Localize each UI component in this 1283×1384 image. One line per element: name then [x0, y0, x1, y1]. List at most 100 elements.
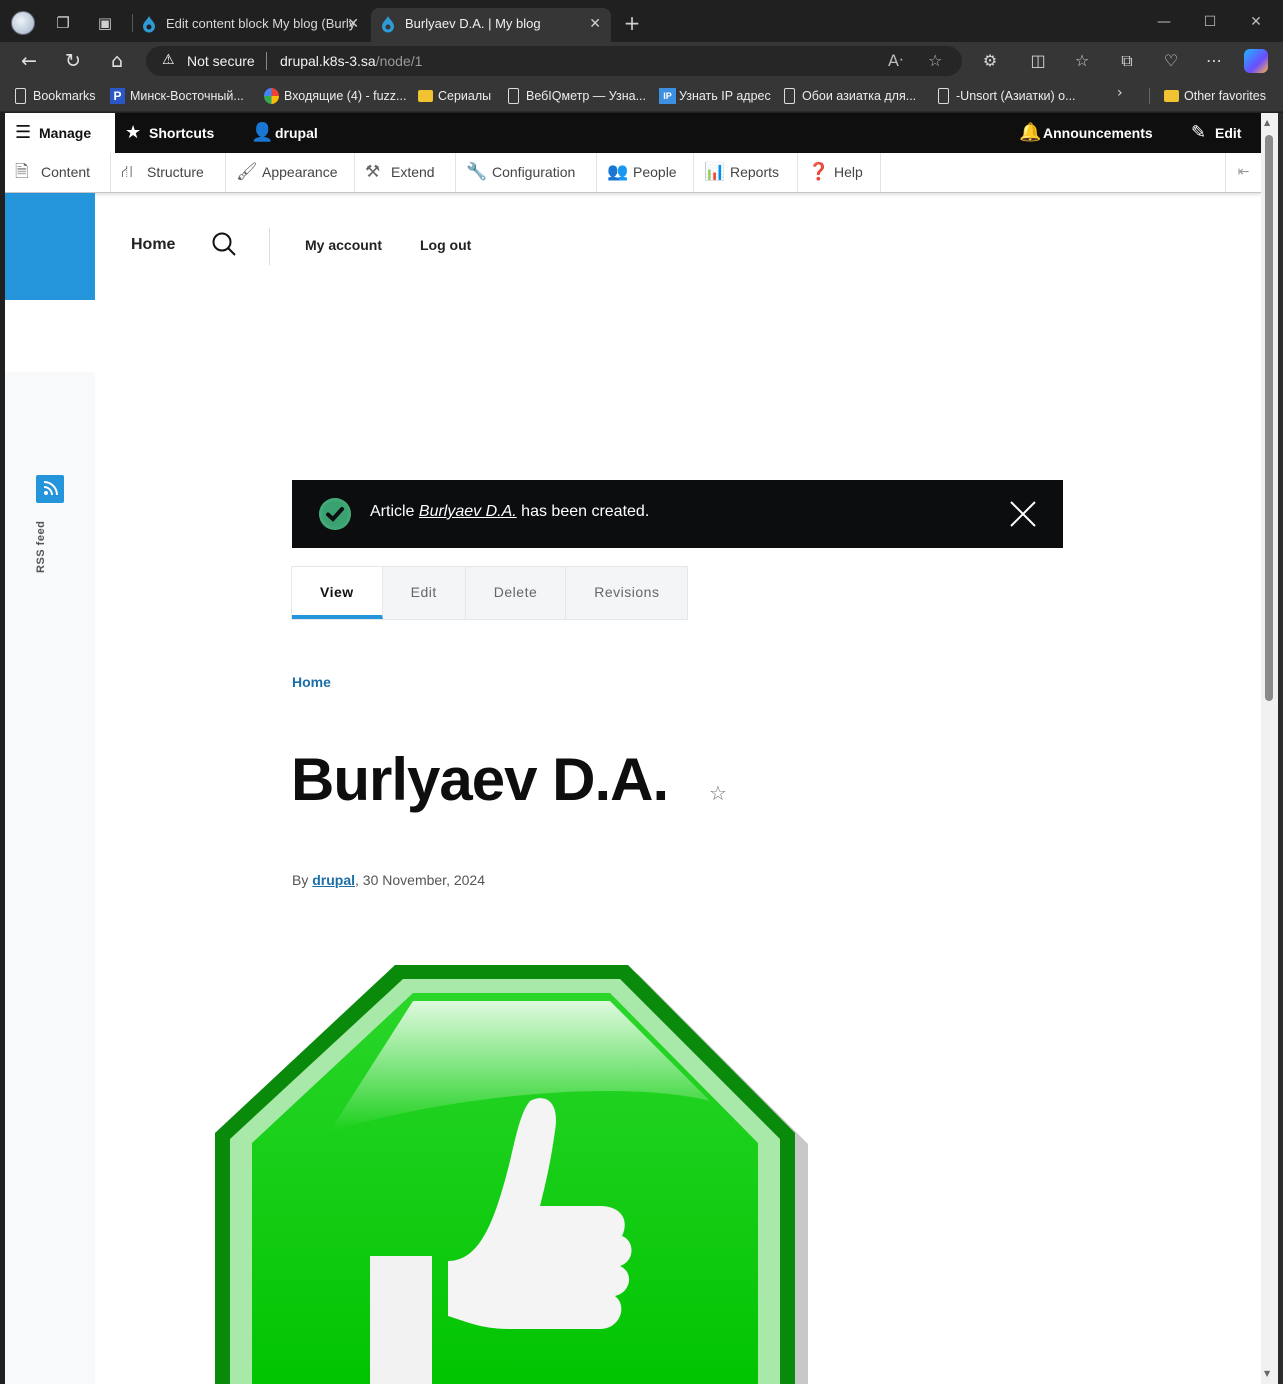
- bookmarks-separator: [1149, 88, 1150, 104]
- minimize-icon[interactable]: —: [1151, 10, 1177, 34]
- browser-essentials-icon[interactable]: ♡: [1159, 51, 1183, 73]
- url-text[interactable]: drupal.k8s-3.sa/node/1: [280, 53, 422, 69]
- nav-divider: [269, 228, 270, 265]
- nav-my-account-link[interactable]: My account: [305, 237, 382, 253]
- check-circle-icon: [319, 498, 351, 530]
- breadcrumb-home[interactable]: Home: [292, 674, 331, 690]
- nav-log-out-link[interactable]: Log out: [420, 237, 471, 253]
- tray-item-extend[interactable]: ⚒ Extend: [355, 153, 456, 192]
- tray-item-content[interactable]: 🗎 Content: [5, 153, 111, 192]
- bookmark-item[interactable]: IP Узнать IP адрес: [659, 87, 771, 105]
- tab-close-icon[interactable]: ✕: [347, 8, 359, 40]
- tab-view[interactable]: View: [292, 567, 383, 619]
- tab-actions-icon[interactable]: ▣: [94, 12, 116, 34]
- bookmark-item[interactable]: Входящие (4) - fuzz...: [264, 87, 406, 105]
- p-icon: P: [110, 88, 125, 104]
- tray-item-appearance[interactable]: 🖌 Appearance: [226, 153, 355, 192]
- bar-chart-icon: 📊: [704, 162, 726, 182]
- security-status[interactable]: Not secure: [187, 53, 255, 69]
- social-bar: [5, 372, 95, 1384]
- toolbar-user[interactable]: 👤 drupal: [241, 113, 318, 153]
- rss-feed-label[interactable]: RSS feed: [35, 521, 47, 573]
- tab-close-icon[interactable]: ✕: [589, 8, 601, 40]
- read-aloud-icon[interactable]: Aᐧ: [888, 51, 903, 70]
- scrollbar-thumb[interactable]: [1265, 135, 1273, 701]
- tray-item-structure[interactable]: ⛙ Structure: [111, 153, 226, 192]
- more-menu-icon[interactable]: ⋯: [1202, 51, 1226, 73]
- tab-current-node[interactable]: Burlyaev D.A. | My blog ✕: [371, 8, 611, 46]
- favorite-star-icon[interactable]: ☆: [928, 51, 942, 70]
- nav-home-link[interactable]: Home: [131, 236, 175, 254]
- scroll-down-icon[interactable]: ▼: [1264, 1369, 1270, 1378]
- people-icon: 👥: [607, 162, 629, 182]
- star-icon[interactable]: ☆: [709, 781, 727, 805]
- tab-title: Burlyaev D.A. | My blog: [405, 16, 541, 31]
- structure-icon: ⛙: [121, 162, 133, 182]
- workspaces-icon[interactable]: ❐: [52, 12, 74, 34]
- new-tab-icon[interactable]: +: [621, 12, 643, 34]
- close-icon[interactable]: [1007, 498, 1039, 530]
- maximize-icon[interactable]: ☐: [1197, 10, 1223, 34]
- tab-edit[interactable]: Edit: [383, 567, 466, 619]
- article-date: , 30 November, 2024: [355, 872, 485, 888]
- extensions-icon[interactable]: ⚙: [978, 51, 1002, 73]
- page-scrollbar[interactable]: ▲ ▼: [1261, 113, 1278, 1384]
- toolbar-shortcuts[interactable]: ★ Shortcuts: [115, 113, 214, 153]
- search-icon[interactable]: [211, 231, 237, 257]
- other-favorites[interactable]: Other favorites: [1164, 87, 1266, 105]
- toolbar-edit-label: Edit: [1215, 125, 1242, 141]
- rss-icon[interactable]: [36, 475, 64, 503]
- local-tasks-tabs: View Edit Delete Revisions: [291, 566, 689, 620]
- bookmark-label: -Unsort (Азиатки) о...: [956, 89, 1076, 103]
- scroll-up-icon[interactable]: ▲: [1264, 118, 1270, 127]
- drupal-admin-toolbar: ☰ Manage ★ Shortcuts 👤 drupal 🔔 Announcement…: [5, 113, 1261, 153]
- toolbar-edit[interactable]: ✎ Edit: [1181, 113, 1241, 153]
- tab-edit-content-block[interactable]: Edit content block My blog (Burly ✕: [132, 8, 369, 40]
- bookmark-item[interactable]: ВебIQметр — Узна...: [506, 87, 646, 105]
- warning-icon: ⚠: [162, 52, 175, 68]
- back-icon[interactable]: ←: [15, 48, 43, 74]
- file-icon: [508, 88, 519, 104]
- tab-revisions[interactable]: Revisions: [566, 567, 687, 619]
- chevron-right-icon[interactable]: ›: [1117, 85, 1123, 101]
- bookmark-item[interactable]: -Unsort (Азиатки) о...: [936, 87, 1076, 105]
- bookmark-item[interactable]: Обои азиатка для...: [782, 87, 916, 105]
- tray-label: Extend: [391, 164, 435, 180]
- article-byline: By drupal, 30 November, 2024: [292, 872, 485, 888]
- address-bar[interactable]: ⚠ Not secure drupal.k8s-3.sa/node/1 Aᐧ ☆: [146, 46, 962, 76]
- address-toolbar: ← ↻ ⌂ ⚠ Not secure drupal.k8s-3.sa/node/…: [0, 42, 1283, 80]
- brush-icon: 🖌: [236, 162, 258, 182]
- close-window-icon[interactable]: ✕: [1243, 10, 1269, 34]
- url-host: drupal.k8s-3.sa: [280, 53, 376, 69]
- bookmark-item[interactable]: P Минск-Восточный...: [110, 87, 244, 105]
- file-icon: [938, 88, 949, 104]
- tray-item-reports[interactable]: 📊 Reports: [694, 153, 798, 192]
- split-screen-icon[interactable]: ◫: [1026, 51, 1050, 73]
- collapse-tray-icon[interactable]: ⇤: [1225, 153, 1261, 192]
- bookmark-label: Минск-Восточный...: [130, 89, 244, 103]
- profile-avatar[interactable]: [11, 11, 35, 35]
- tray-item-help[interactable]: ❓ Help: [798, 153, 881, 192]
- document-icon: 🗎: [15, 162, 29, 182]
- favorites-icon[interactable]: ☆: [1070, 51, 1094, 73]
- home-icon[interactable]: ⌂: [103, 48, 131, 74]
- toolbar-manage[interactable]: ☰ Manage: [5, 113, 115, 153]
- status-message-text: Article Burlyaev D.A. has been created.: [370, 503, 649, 521]
- pencil-icon: ✎: [1191, 122, 1207, 143]
- toolbar-announcements[interactable]: 🔔 Announcements: [1009, 113, 1153, 153]
- bookmark-item[interactable]: Bookmarks: [13, 87, 96, 105]
- article-link[interactable]: Burlyaev D.A.: [419, 503, 517, 520]
- collections-icon[interactable]: ⧉: [1115, 51, 1139, 73]
- tray-item-people[interactable]: 👥 People: [597, 153, 694, 192]
- bookmark-item[interactable]: Сериалы: [418, 87, 491, 105]
- tray-label: Content: [41, 164, 91, 180]
- copilot-icon[interactable]: [1244, 49, 1268, 73]
- tray-item-configuration[interactable]: 🔧 Configuration: [456, 153, 597, 192]
- drupal-favicon-icon: [143, 16, 155, 33]
- star-icon: ★: [125, 122, 142, 143]
- wrench-icon: 🔧: [466, 162, 488, 182]
- tab-delete[interactable]: Delete: [466, 567, 567, 619]
- refresh-icon[interactable]: ↻: [59, 48, 87, 74]
- author-link[interactable]: drupal: [312, 872, 355, 888]
- tray-label: Reports: [730, 164, 780, 180]
